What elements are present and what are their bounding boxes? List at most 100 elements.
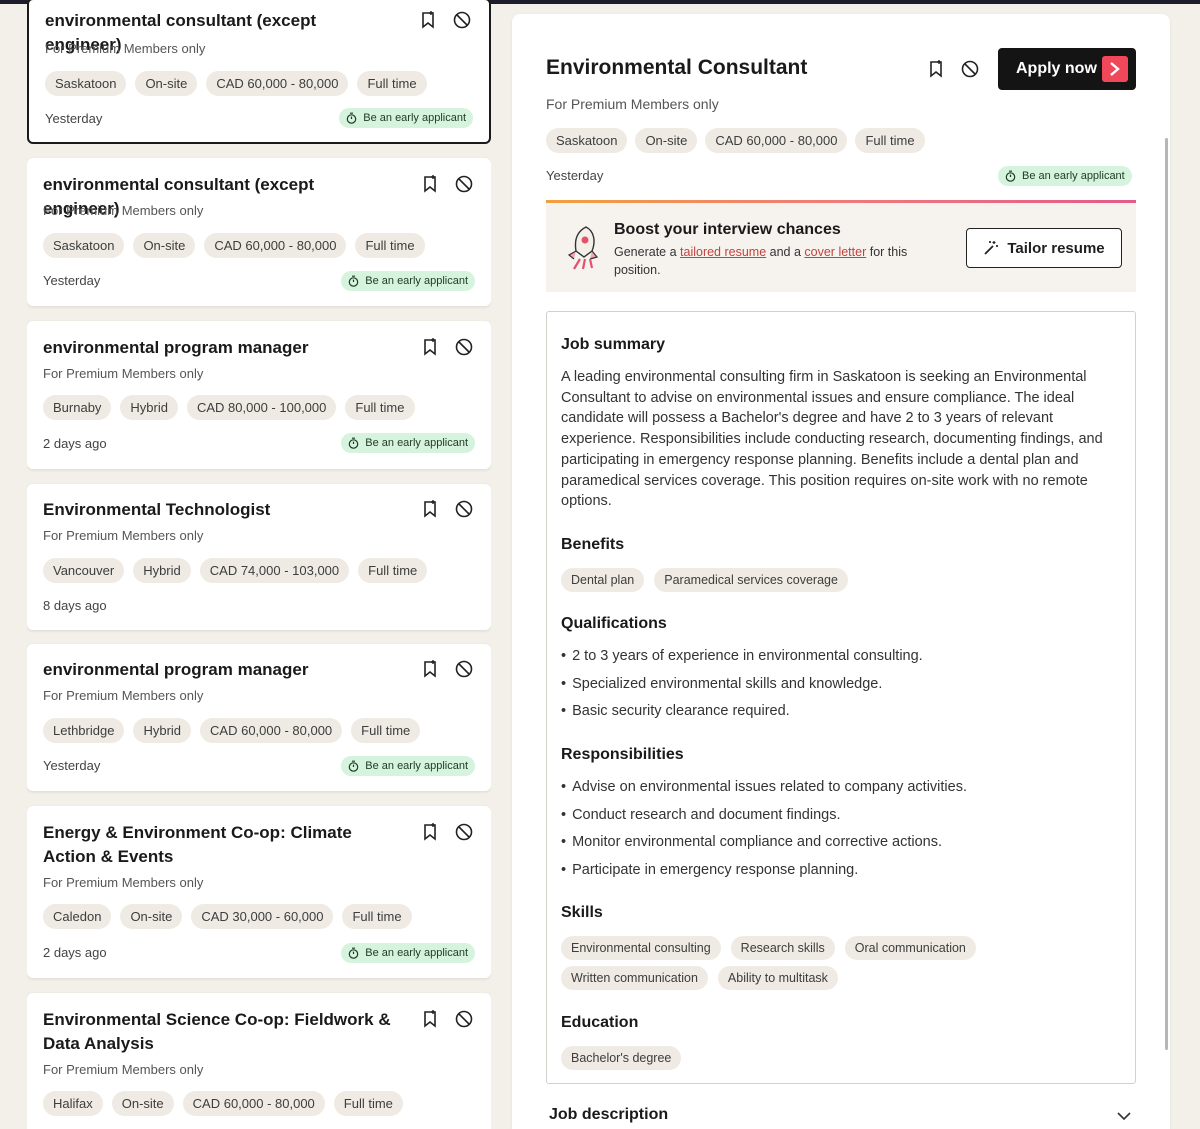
hide-icon[interactable] [455, 338, 473, 356]
job-subtitle: For Premium Members only [43, 203, 204, 218]
job-description-heading[interactable]: Job description [549, 1106, 668, 1124]
early-applicant-badge: Be an early applicant [998, 166, 1132, 186]
card-actions [419, 11, 471, 29]
job-title[interactable]: environmental program manager [43, 336, 393, 360]
tag-salary: CAD 80,000 - 100,000 [187, 395, 337, 420]
card-actions [421, 338, 473, 356]
hide-icon[interactable] [455, 660, 473, 678]
early-applicant-badge: Be an early applicant [339, 108, 473, 128]
job-card[interactable]: environmental program manager For Premiu… [27, 644, 491, 791]
hide-icon[interactable] [453, 11, 471, 29]
tag-salary: CAD 60,000 - 80,000 [204, 233, 347, 258]
bookmark-icon[interactable] [421, 1010, 439, 1028]
job-summary-text: A leading environmental consulting firm … [561, 369, 1103, 510]
stopwatch-icon [348, 275, 359, 287]
benefit-tag: Paramedical services coverage [654, 568, 848, 592]
hide-icon[interactable] [455, 1010, 473, 1028]
job-card[interactable]: Energy & Environment Co-op: Climate Acti… [27, 806, 491, 978]
early-applicant-label: Be an early applicant [1022, 170, 1125, 182]
job-card[interactable]: Environmental Science Co-op: Fieldwork &… [27, 993, 491, 1129]
tag-location: Burnaby [43, 395, 112, 420]
detail-subtitle: For Premium Members only [546, 96, 719, 112]
bookmark-icon[interactable] [421, 660, 439, 678]
tag-job-type: Full time [345, 395, 415, 420]
card-actions [421, 823, 473, 841]
tag-work-mode: Hybrid [133, 718, 192, 743]
job-title[interactable]: Environmental Technologist [43, 498, 393, 522]
tailor-resume-button[interactable]: Tailor resume [966, 228, 1122, 268]
job-subtitle: For Premium Members only [43, 688, 204, 703]
responsibilities-list: Advise on environmental issues related t… [561, 774, 967, 884]
job-subtitle: For Premium Members only [43, 528, 204, 543]
apply-now-button[interactable]: Apply now [998, 48, 1136, 90]
hide-icon[interactable] [455, 500, 473, 518]
tag-work-mode: On-site [635, 128, 698, 153]
bookmark-icon[interactable] [421, 500, 439, 518]
bookmark-icon[interactable] [421, 175, 439, 193]
cover-letter-link[interactable]: cover letter [804, 245, 866, 259]
tag-location: Halifax [43, 1091, 103, 1116]
job-title[interactable]: environmental program manager [43, 658, 393, 682]
posted-date: 2 days ago [43, 436, 107, 451]
tailored-resume-link[interactable]: tailored resume [680, 245, 766, 259]
skill-tag: Oral communication [844, 936, 976, 960]
early-applicant-badge: Be an early applicant [341, 756, 475, 776]
detail-scrollbar[interactable] [1165, 138, 1168, 1050]
job-tags: Burnaby Hybrid CAD 80,000 - 100,000 Full… [43, 395, 415, 420]
job-tags: Lethbridge Hybrid CAD 60,000 - 80,000 Fu… [43, 718, 421, 743]
job-title[interactable]: Environmental Science Co-op: Fieldwork &… [43, 1008, 393, 1056]
rocket-icon [567, 226, 599, 270]
qualifications-list: 2 to 3 years of experience in environmen… [561, 643, 923, 726]
chevron-down-icon[interactable] [1117, 1108, 1131, 1126]
benefits-list: Dental plan Paramedical services coverag… [561, 568, 1061, 592]
list-item: Advise on environmental issues related t… [561, 774, 967, 802]
boost-banner: Boost your interview chances Generate a … [546, 200, 1136, 292]
stopwatch-icon [348, 760, 359, 772]
posted-date: Yesterday [43, 273, 101, 288]
job-card[interactable]: environmental consultant (except enginee… [27, 0, 491, 144]
section-heading: Job summary [561, 336, 666, 353]
job-title[interactable]: Energy & Environment Co-op: Climate Acti… [43, 821, 393, 869]
bookmark-icon[interactable] [927, 60, 945, 78]
stopwatch-icon [1005, 170, 1016, 182]
hide-icon[interactable] [455, 175, 473, 193]
job-tags: Halifax On-site CAD 60,000 - 80,000 Full… [43, 1091, 403, 1116]
tag-job-type: Full time [355, 233, 425, 258]
tag-location: Saskatoon [546, 128, 628, 153]
tag-work-mode: On-site [120, 904, 183, 929]
job-card[interactable]: environmental program manager For Premiu… [27, 321, 491, 469]
list-item: Conduct research and document findings. [561, 802, 967, 830]
section-heading: Responsibilities [561, 746, 684, 763]
job-card[interactable]: Environmental Technologist For Premium M… [27, 484, 491, 630]
tag-location: Caledon [43, 904, 112, 929]
stopwatch-icon [346, 112, 357, 124]
tag-work-mode: On-site [111, 1091, 174, 1116]
tag-job-type: Full time [358, 558, 428, 583]
tag-location: Vancouver [43, 558, 125, 583]
job-list: environmental consultant (except enginee… [27, 0, 491, 1129]
posted-date: Yesterday [43, 758, 101, 773]
skill-tag: Ability to multitask [717, 966, 838, 990]
boost-title: Boost your interview chances [614, 221, 841, 238]
job-card[interactable]: environmental consultant (except enginee… [27, 158, 491, 306]
bookmark-icon[interactable] [421, 823, 439, 841]
section-heading: Skills [561, 904, 603, 921]
early-applicant-label: Be an early applicant [365, 275, 468, 287]
boost-text-part: and a [766, 245, 805, 259]
list-item: 2 to 3 years of experience in environmen… [561, 643, 923, 671]
hide-icon[interactable] [455, 823, 473, 841]
detail-posted-date: Yesterday [546, 168, 604, 183]
job-subtitle: For Premium Members only [43, 875, 204, 890]
early-applicant-label: Be an early applicant [365, 437, 468, 449]
tag-work-mode: Hybrid [120, 395, 178, 420]
tag-salary: CAD 74,000 - 103,000 [199, 558, 350, 583]
tag-job-type: Full time [357, 71, 427, 96]
hide-icon[interactable] [961, 60, 979, 78]
list-item: Participate in emergency response planni… [561, 857, 967, 885]
tag-salary: CAD 60,000 - 80,000 [200, 718, 343, 743]
tag-location: Lethbridge [43, 718, 125, 743]
card-actions [421, 660, 473, 678]
tag-job-type: Full time [855, 128, 925, 153]
bookmark-icon[interactable] [421, 338, 439, 356]
bookmark-icon[interactable] [419, 11, 437, 29]
